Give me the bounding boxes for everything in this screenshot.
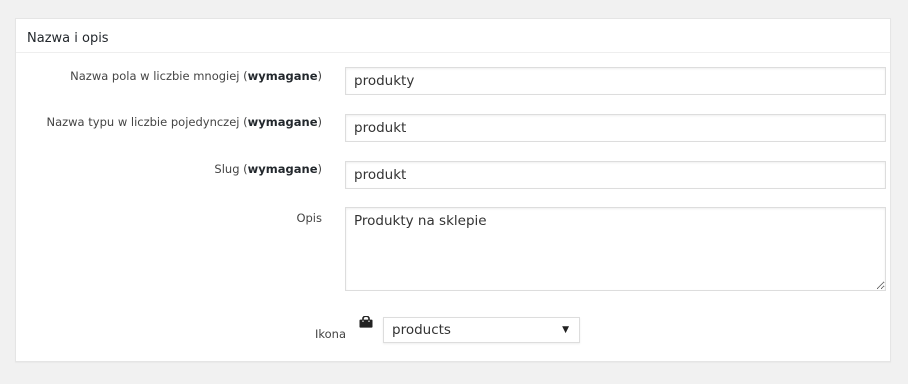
icon-label: Ikona xyxy=(314,327,346,341)
slug-label: Slug (wymagane) xyxy=(214,162,322,176)
chevron-down-icon: ▼ xyxy=(562,325,569,335)
singular-name-input[interactable] xyxy=(345,114,886,142)
description-label: Opis xyxy=(296,211,322,225)
slug-input[interactable] xyxy=(345,161,886,189)
panel-title: Nazwa i opis xyxy=(27,31,109,46)
required-marker: wymagane xyxy=(247,162,318,176)
description-textarea[interactable]: Produkty na sklepie xyxy=(345,207,886,291)
required-marker: wymagane xyxy=(247,115,318,129)
plural-name-label: Nazwa pola w liczbie mnogiej (wymagane) xyxy=(70,69,322,83)
products-bag-icon xyxy=(359,316,373,328)
singular-name-label: Nazwa typu w liczbie pojedynczej (wymaga… xyxy=(46,115,322,129)
plural-name-input[interactable] xyxy=(345,67,886,95)
required-marker: wymagane xyxy=(247,69,318,83)
name-and-description-panel: Nazwa i opis Nazwa pola w liczbie mnogie… xyxy=(15,18,891,362)
icon-select[interactable]: products ▼ xyxy=(383,317,580,343)
panel-header: Nazwa i opis xyxy=(16,19,890,53)
icon-select-value: products xyxy=(392,322,451,338)
